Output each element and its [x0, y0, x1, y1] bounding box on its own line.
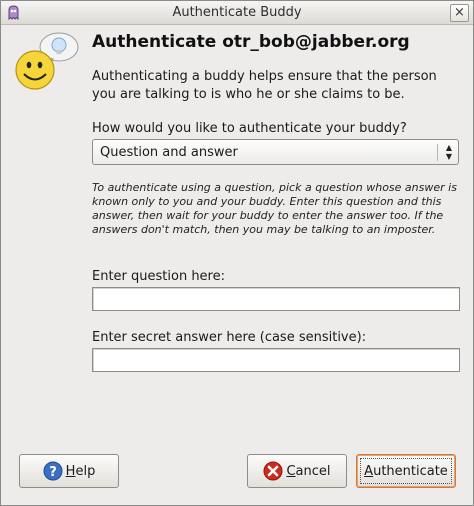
cancel-button[interactable]: Cancel [247, 454, 347, 488]
authenticate-button[interactable]: Authenticate [356, 454, 456, 488]
answer-label: Enter secret answer here (case sensitive… [92, 330, 367, 345]
auth-method-value: Question and answer [100, 145, 238, 160]
window-title: Authenticate Buddy [172, 5, 302, 20]
method-label: How would you like to authenticate your … [92, 121, 407, 136]
help-button[interactable]: ? Help [19, 454, 119, 488]
authenticate-label: Authenticate [364, 463, 448, 479]
answer-input[interactable] [92, 348, 460, 372]
title-bar[interactable]: Authenticate Buddy × [1, 1, 473, 25]
smiley-question-icon [15, 32, 79, 90]
cancel-label: Cancel [286, 463, 331, 479]
hint-text: To authenticate using a question, pick a… [92, 181, 457, 236]
cancel-icon [263, 461, 283, 481]
svg-text:?: ? [49, 465, 57, 480]
auth-method-select[interactable]: Question and answer ▲ ▼ [92, 139, 459, 165]
help-label: Help [65, 463, 96, 479]
question-label: Enter question here: [92, 269, 225, 284]
question-input[interactable] [92, 287, 460, 311]
intro-text: Authenticating a buddy helps ensure that… [92, 69, 437, 102]
close-button[interactable]: × [450, 4, 469, 22]
dialog-window: Authenticate Buddy × Authenticate otr_bo… [0, 0, 474, 506]
focus-ring: Authenticate [360, 458, 452, 484]
help-icon: ? [43, 461, 63, 481]
combo-separator [437, 144, 438, 161]
dialog-heading: Authenticate otr_bob@jabber.org [92, 32, 410, 52]
updown-arrows-icon: ▲ ▼ [445, 143, 452, 161]
